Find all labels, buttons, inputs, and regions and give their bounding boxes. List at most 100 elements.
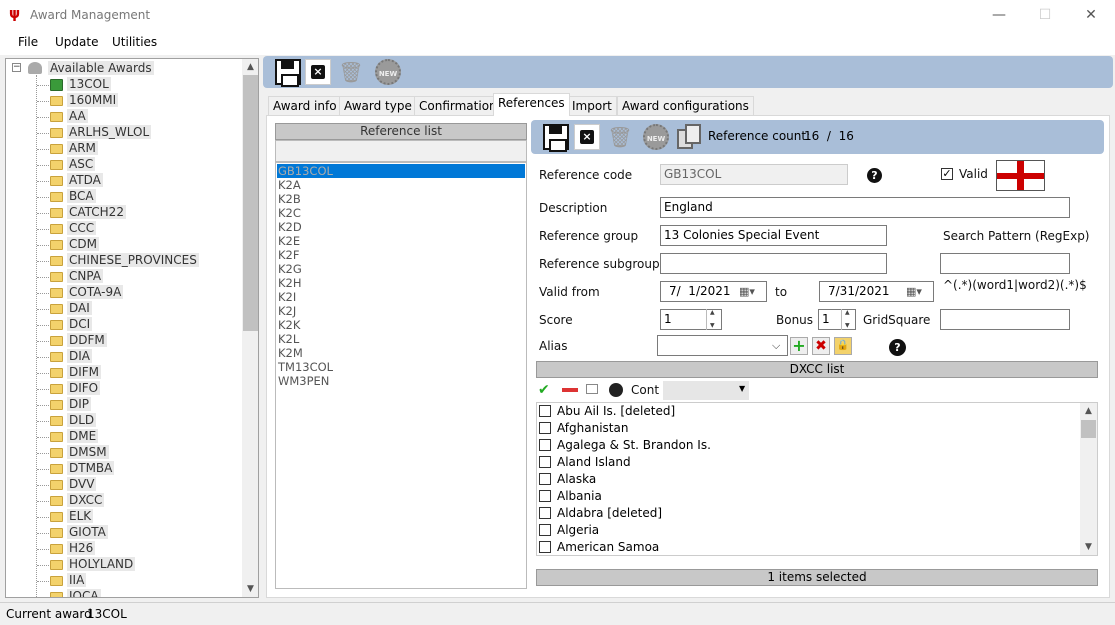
close-button[interactable]: ✕ [1068, 4, 1114, 28]
bonus-spinner[interactable] [841, 309, 855, 330]
check-all-icon[interactable]: ✔ [538, 382, 550, 398]
tree-item[interactable]: DCI [67, 317, 93, 331]
tab-award-info[interactable]: Award info [268, 96, 342, 116]
dxcc-scrollbar[interactable]: ▲ ▼ [1080, 403, 1097, 555]
tree-scroll-thumb[interactable] [243, 75, 258, 331]
tab-award-type[interactable]: Award type [339, 96, 417, 116]
reference-list-item[interactable]: K2B [278, 192, 301, 206]
tree-item[interactable]: CCC [67, 221, 97, 235]
calendar-icon[interactable]: ▦▾ [906, 285, 922, 298]
tree-item[interactable]: DIFM [67, 365, 102, 379]
tree-item[interactable]: CHINESE_PROVINCES [67, 253, 199, 267]
reference-list[interactable]: GB13COL K2A K2B K2C K2D K2E K2F K2G K2H K2I K2J K2K… [275, 162, 527, 589]
reference-list-item[interactable]: K2L [278, 332, 299, 346]
reference-list-item[interactable]: K2C [278, 206, 301, 220]
dxcc-checkbox[interactable] [539, 490, 551, 502]
minimize-button[interactable]: — [976, 4, 1022, 28]
dxcc-checkbox[interactable] [539, 439, 551, 451]
tree-item[interactable]: DIP [67, 397, 92, 411]
reference-list-item[interactable]: K2K [278, 318, 300, 332]
tree-item[interactable]: DXCC [67, 493, 105, 507]
tree-item[interactable]: DAI [67, 301, 92, 315]
reference-code-field[interactable]: GB13COL [660, 164, 848, 185]
reference-list-item[interactable]: K2M [278, 346, 303, 360]
tree-item[interactable]: DIFO [67, 381, 101, 395]
tree-item[interactable]: H26 [67, 541, 96, 555]
tab-confirmation[interactable]: Confirmation [414, 96, 502, 116]
scroll-up-icon[interactable]: ▲ [1080, 403, 1097, 419]
tree-item[interactable]: CDM [67, 237, 99, 251]
awards-tree[interactable]: − Available Awards 13COL 160MMI AA ARLHS_WL… [5, 58, 259, 598]
maximize-button[interactable]: ☐ [1022, 4, 1068, 28]
scroll-up-icon[interactable]: ▲ [242, 59, 258, 75]
cancel-button[interactable]: × [305, 59, 331, 85]
description-field[interactable]: England [660, 197, 1070, 218]
reference-list-item[interactable]: K2F [278, 248, 299, 262]
reference-list-item[interactable]: K2J [278, 304, 296, 318]
delete-reference-icon[interactable]: 🗑 [607, 124, 633, 150]
reference-list-item[interactable]: K2H [278, 276, 302, 290]
tree-item[interactable]: IIA [67, 573, 87, 587]
new-reference-icon[interactable]: NEW [643, 124, 669, 150]
reference-list-item[interactable]: K2E [278, 234, 300, 248]
dxcc-checkbox[interactable] [539, 507, 551, 519]
alias-help-icon[interactable]: ? [889, 339, 906, 356]
reference-filter[interactable] [275, 140, 527, 162]
reference-group-field[interactable]: 13 Colonies Special Event [660, 225, 887, 246]
gridsquare-field[interactable] [940, 309, 1070, 330]
tree-item[interactable]: IOCA [67, 589, 101, 597]
dxcc-checkbox[interactable] [539, 524, 551, 536]
tree-item[interactable]: CATCH22 [67, 205, 126, 219]
reference-list-item[interactable]: K2D [278, 220, 302, 234]
dxcc-checkbox[interactable] [539, 473, 551, 485]
tab-import[interactable]: Import [567, 96, 617, 116]
tree-item[interactable]: 160MMI [67, 93, 119, 107]
reference-list-item[interactable]: TM13COL [278, 360, 333, 374]
remove-alias-icon[interactable]: ✖ [812, 337, 830, 355]
reference-subgroup-field[interactable] [660, 253, 887, 274]
dxcc-checkbox[interactable] [539, 456, 551, 468]
dxcc-scroll-thumb[interactable] [1081, 420, 1096, 438]
tree-item[interactable]: DVV [67, 477, 97, 491]
tree-item[interactable]: DLD [67, 413, 97, 427]
reference-list-item[interactable]: K2G [278, 262, 302, 276]
tree-item[interactable]: DIA [67, 349, 92, 363]
scroll-down-icon[interactable]: ▼ [242, 581, 258, 597]
tree-item[interactable]: COTA-9A [67, 285, 124, 299]
tree-root-label[interactable]: Available Awards [48, 61, 154, 75]
alias-combobox[interactable]: ⌵ [657, 335, 788, 356]
tree-item[interactable]: ATDA [67, 173, 103, 187]
tree-item[interactable]: DME [67, 429, 99, 443]
dxcc-checkbox[interactable] [539, 422, 551, 434]
save-icon[interactable] [275, 59, 301, 87]
tree-item[interactable]: ELK [67, 509, 94, 523]
dxcc-list[interactable]: Abu Ail Is. [deleted] Afghanistan Agalega … [536, 402, 1098, 556]
menu-update[interactable]: Update [55, 35, 98, 49]
tree-item[interactable]: BCA [67, 189, 96, 203]
tree-item[interactable]: ARLHS_WLOL [67, 125, 152, 139]
save-reference-icon[interactable] [543, 124, 569, 152]
cont-dropdown[interactable]: ▼ [663, 381, 749, 400]
dxcc-checkbox[interactable] [539, 405, 551, 417]
score-spinner[interactable] [706, 309, 720, 330]
search-pattern-field[interactable] [940, 253, 1070, 274]
copy-references-icon[interactable] [675, 123, 703, 151]
uncheck-all-icon[interactable] [562, 388, 578, 392]
menu-file[interactable]: File [18, 35, 38, 49]
scroll-down-icon[interactable]: ▼ [1080, 539, 1097, 555]
add-alias-icon[interactable]: + [790, 337, 808, 355]
cancel-reference-button[interactable]: × [574, 124, 600, 150]
tree-item[interactable]: ARM [67, 141, 98, 155]
tab-references[interactable]: References [493, 93, 570, 116]
tree-item[interactable]: ASC [67, 157, 96, 171]
window-icon[interactable] [586, 384, 598, 394]
valid-checkbox[interactable]: ✓ [941, 168, 953, 180]
tab-award-configurations[interactable]: Award configurations [617, 96, 754, 116]
lock-icon[interactable]: 🔒 [834, 337, 852, 355]
tree-item[interactable]: GIOTA [67, 525, 108, 539]
tree-item[interactable]: DMSM [67, 445, 109, 459]
collapse-icon[interactable]: − [12, 63, 21, 72]
tree-item[interactable]: DTMBA [67, 461, 115, 475]
menu-utilities[interactable]: Utilities [112, 35, 157, 49]
reference-list-item[interactable]: WM3PEN [278, 374, 329, 388]
